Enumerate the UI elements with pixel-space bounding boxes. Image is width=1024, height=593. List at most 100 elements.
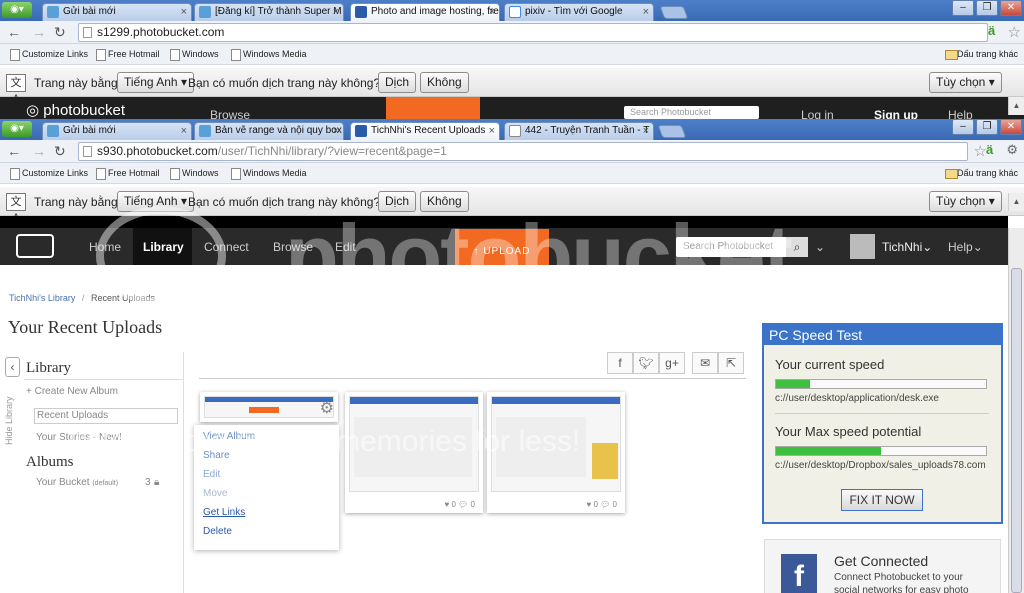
other-bookmarks[interactable]: Dấu trang khác: [943, 47, 1018, 61]
top-search-input[interactable]: Search Photobucket: [624, 106, 759, 119]
menu-share[interactable]: Share: [203, 450, 230, 461]
menu-view-album[interactable]: View Album: [203, 431, 255, 442]
menu-move[interactable]: Move: [203, 488, 227, 499]
chrome-menu-icon[interactable]: ◉▾: [2, 121, 32, 137]
extension-icon[interactable]: ä: [986, 142, 993, 157]
bookmark-windows-media[interactable]: Windows Media: [229, 166, 307, 180]
bookmark-star-icon[interactable]: ☆: [1008, 24, 1021, 41]
language-select[interactable]: Tiếng Anh ▾: [117, 72, 194, 93]
translate-options-button[interactable]: Tùy chọn ▾: [929, 72, 1002, 93]
no-translate-button[interactable]: Không: [420, 72, 469, 93]
nav-edit[interactable]: Edit: [335, 240, 356, 254]
no-translate-button[interactable]: Không: [420, 191, 469, 212]
new-tab-button[interactable]: [659, 6, 689, 19]
reload-icon[interactable]: ↻: [54, 24, 66, 40]
close-tab-icon[interactable]: ×: [333, 4, 339, 20]
restore-icon[interactable]: ❐: [976, 119, 998, 135]
close-tab-icon[interactable]: ×: [181, 123, 187, 139]
scroll-up-icon[interactable]: ▲: [1008, 97, 1024, 115]
pc-speed-test-ad[interactable]: PC Speed Test Your current speed c://use…: [762, 323, 1003, 524]
top-tab-2[interactable]: [Đăng kí] Trở thành Super M ×: [194, 3, 344, 21]
nav-connect[interactable]: Connect: [204, 240, 249, 254]
fix-it-now-button[interactable]: FIX IT NOW: [841, 489, 923, 511]
bookmark-customize-links[interactable]: Customize Links: [8, 47, 88, 61]
twitter-share-icon[interactable]: 🐦︎: [633, 352, 659, 374]
menu-edit[interactable]: Edit: [203, 469, 220, 480]
bottom-tab-1[interactable]: Gửi bài mới ×: [42, 122, 192, 140]
gear-icon[interactable]: ⚙: [320, 398, 334, 418]
menu-delete[interactable]: Delete: [203, 526, 232, 537]
translate-options-button[interactable]: Tùy chọn ▾: [929, 191, 1002, 212]
bookmark-windows-media[interactable]: Windows Media: [229, 47, 307, 61]
new-tab-button[interactable]: [657, 125, 687, 138]
bookmark-windows[interactable]: Windows: [168, 166, 219, 180]
export-share-icon[interactable]: ⇱: [718, 352, 744, 374]
close-tab-icon[interactable]: ×: [643, 4, 649, 20]
top-upload-button[interactable]: [386, 97, 480, 119]
translate-button[interactable]: Dịch: [378, 72, 417, 93]
close-tab-icon[interactable]: ×: [489, 123, 495, 139]
address-bar[interactable]: s930.photobucket.com/user/TichNhi/librar…: [78, 142, 987, 161]
top-tab-1[interactable]: Gửi bài mới ×: [42, 3, 192, 21]
hide-library-label[interactable]: Hide Library: [4, 396, 14, 445]
other-bookmarks[interactable]: Dấu trang khác: [943, 166, 1018, 180]
minimize-icon[interactable]: –: [952, 0, 974, 16]
minimize-icon[interactable]: –: [952, 119, 974, 135]
wrench-icon[interactable]: ⚙: [1006, 142, 1018, 158]
email-share-icon[interactable]: ✉: [692, 352, 718, 374]
bookmark-customize-links[interactable]: Customize Links: [8, 166, 88, 180]
recent-uploads-item[interactable]: Recent Uploads: [34, 408, 178, 424]
bookmark-star-icon[interactable]: ☆: [974, 143, 987, 160]
nav-home[interactable]: Home: [89, 240, 121, 254]
scroll-up-icon[interactable]: ▲: [1008, 193, 1024, 211]
nav-library[interactable]: Library: [143, 240, 184, 254]
facebook-share-icon[interactable]: f: [607, 352, 633, 374]
menu-get-links[interactable]: Get Links: [203, 507, 245, 518]
back-icon[interactable]: ←: [7, 24, 21, 40]
photo-thumb-3[interactable]: ♥ 0 💬︎ 0: [487, 392, 625, 513]
close-tab-icon[interactable]: ×: [181, 4, 187, 20]
translate-button[interactable]: Dịch: [378, 191, 417, 212]
nav-browse[interactable]: Browse: [273, 240, 313, 254]
help-menu[interactable]: Help⌄: [948, 240, 983, 254]
chrome-menu-icon[interactable]: ◉▾: [2, 2, 32, 18]
search-chevron-down-icon[interactable]: ⌄: [815, 240, 825, 254]
extension-icon[interactable]: ä: [988, 23, 995, 38]
avatar[interactable]: [850, 234, 875, 259]
close-window-icon[interactable]: ✕: [1000, 0, 1022, 16]
bottom-tab-2[interactable]: Bản vẽ range và nội quy box ×: [194, 122, 344, 140]
top-tab-3[interactable]: Photo and image hosting, fre ×: [350, 3, 500, 21]
camera-logo-icon[interactable]: [16, 234, 54, 258]
page-scrollbar[interactable]: [1008, 228, 1024, 593]
photo-thumb-2[interactable]: ♥ 0 💬︎ 0: [345, 392, 483, 513]
top-tab-4[interactable]: pixiv - Tìm với Google ×: [504, 3, 654, 21]
close-tab-icon[interactable]: ×: [489, 4, 495, 20]
breadcrumb-root[interactable]: TichNhi's Library: [9, 293, 75, 303]
collapse-library-icon[interactable]: ‹: [5, 357, 20, 377]
search-icon[interactable]: ⌕: [786, 237, 808, 257]
user-menu[interactable]: TichNhi⌄: [882, 240, 932, 254]
create-album-link[interactable]: + Create New Album: [26, 386, 118, 397]
close-tab-icon[interactable]: ×: [643, 123, 649, 139]
bookmark-free-hotmail[interactable]: Free Hotmail: [94, 47, 160, 61]
scrollbar-thumb[interactable]: [1011, 268, 1022, 593]
forward-icon[interactable]: →: [32, 143, 46, 159]
close-window-icon[interactable]: ✕: [1000, 119, 1022, 135]
reload-icon[interactable]: ↻: [54, 143, 66, 159]
bottom-tab-3[interactable]: TichNhi's Recent Uploads ×: [350, 122, 500, 140]
forward-icon[interactable]: →: [32, 24, 46, 40]
bookmark-windows[interactable]: Windows: [168, 47, 219, 61]
photo-thumb-1[interactable]: ⚙: [200, 392, 338, 422]
close-tab-icon[interactable]: ×: [333, 123, 339, 139]
photobucket-logo[interactable]: ◎ photobucket: [26, 101, 125, 119]
facebook-icon[interactable]: f: [781, 554, 817, 593]
language-select[interactable]: Tiếng Anh ▾: [117, 191, 194, 212]
your-stories-item[interactable]: Your Stories - New!: [36, 432, 122, 443]
back-icon[interactable]: ←: [7, 143, 21, 159]
bucket-item[interactable]: Your Bucket (default): [36, 477, 118, 488]
address-bar[interactable]: s1299.photobucket.com ☆: [78, 23, 1021, 42]
bottom-tab-4[interactable]: 442 - Truyện Tranh Tuần - T ×: [504, 122, 654, 140]
restore-icon[interactable]: ❐: [976, 0, 998, 16]
search-input[interactable]: Search Photobucket: [676, 237, 786, 257]
google-plus-share-icon[interactable]: g+: [659, 352, 685, 374]
